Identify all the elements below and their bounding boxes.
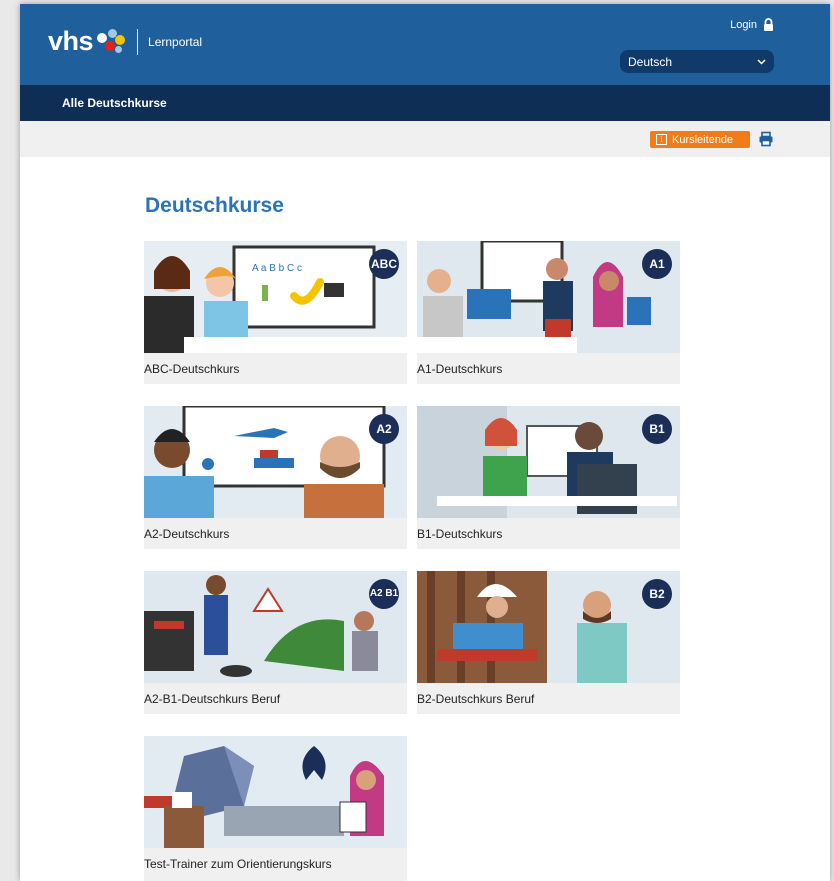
course-image-a2: A2 xyxy=(144,406,407,518)
course-card-abc[interactable]: A a B b C c ABC ABC-Deutschkurs xyxy=(144,241,407,384)
nav-all-courses[interactable]: Alle Deutschkurse xyxy=(62,96,167,110)
page: vhs Lernportal Login Deutsch Alle Deutsc… xyxy=(20,4,830,881)
chevron-down-icon xyxy=(757,58,766,65)
logo-text: vhs xyxy=(48,26,94,56)
course-card-a2-b1-beruf[interactable]: A2 B1 A2-B1-Deutschkurs Beruf xyxy=(144,571,407,714)
course-card-b1[interactable]: B1 B1-Deutschkurs xyxy=(417,406,680,549)
course-label: A1-Deutschkurs xyxy=(417,362,503,376)
course-image-test-trainer xyxy=(144,736,407,848)
course-label: B1-Deutschkurs xyxy=(417,527,503,541)
level-badge: A2 xyxy=(369,414,399,444)
logo-dots-icon xyxy=(95,27,127,57)
toolbar: i Kursleitende xyxy=(20,121,830,157)
instructor-button-label: Kursleitende xyxy=(672,133,734,146)
course-image-a2-b1-beruf: A2 B1 xyxy=(144,571,407,683)
course-image-b1: B1 xyxy=(417,406,680,518)
course-label: B2-Deutschkurs Beruf xyxy=(417,692,535,706)
course-image-a1: A1 xyxy=(417,241,680,353)
course-label: A2-B1-Deutschkurs Beruf xyxy=(144,692,281,706)
course-label: A2-Deutschkurs xyxy=(144,527,230,541)
course-image-b2-beruf: B2 xyxy=(417,571,680,683)
logo-separator xyxy=(137,28,139,55)
course-card-test-trainer[interactable]: Test-Trainer zum Orientierungskurs xyxy=(144,736,407,881)
lock-icon xyxy=(764,18,773,31)
level-badge: ABC xyxy=(369,249,399,279)
course-card-a1[interactable]: A1 A1-Deutschkurs xyxy=(417,241,680,384)
level-badge: A1 xyxy=(642,249,672,279)
language-selected: Deutsch xyxy=(628,54,673,69)
svg-text:A a B b C c: A a B b C c xyxy=(252,263,302,274)
print-icon[interactable] xyxy=(758,131,774,147)
info-icon: i xyxy=(656,134,667,145)
course-image-abc: A a B b C c ABC xyxy=(144,241,407,353)
course-card-a2[interactable]: A2 A2-Deutschkurs xyxy=(144,406,407,549)
logo-subtitle: Lernportal xyxy=(148,34,203,49)
header: vhs Lernportal Login Deutsch xyxy=(20,4,830,85)
level-badge: B1 xyxy=(642,414,672,444)
login-link[interactable]: Login xyxy=(730,18,774,31)
course-label: ABC-Deutschkurs xyxy=(144,362,240,376)
level-badge: B2 xyxy=(642,579,672,609)
course-label: Test-Trainer zum Orientierungskurs xyxy=(144,857,332,871)
vhs-logo[interactable]: vhs Lernportal xyxy=(48,26,202,57)
level-badge: A2 B1 xyxy=(369,579,399,609)
page-title: Deutschkurse xyxy=(145,194,284,217)
course-card-b2-beruf[interactable]: B2 B2-Deutschkurs Beruf xyxy=(417,571,680,714)
instructor-button[interactable]: i Kursleitende xyxy=(650,131,750,148)
language-select[interactable]: Deutsch xyxy=(620,50,774,73)
nav-bar: Alle Deutschkurse xyxy=(20,85,830,121)
login-label: Login xyxy=(730,18,757,31)
